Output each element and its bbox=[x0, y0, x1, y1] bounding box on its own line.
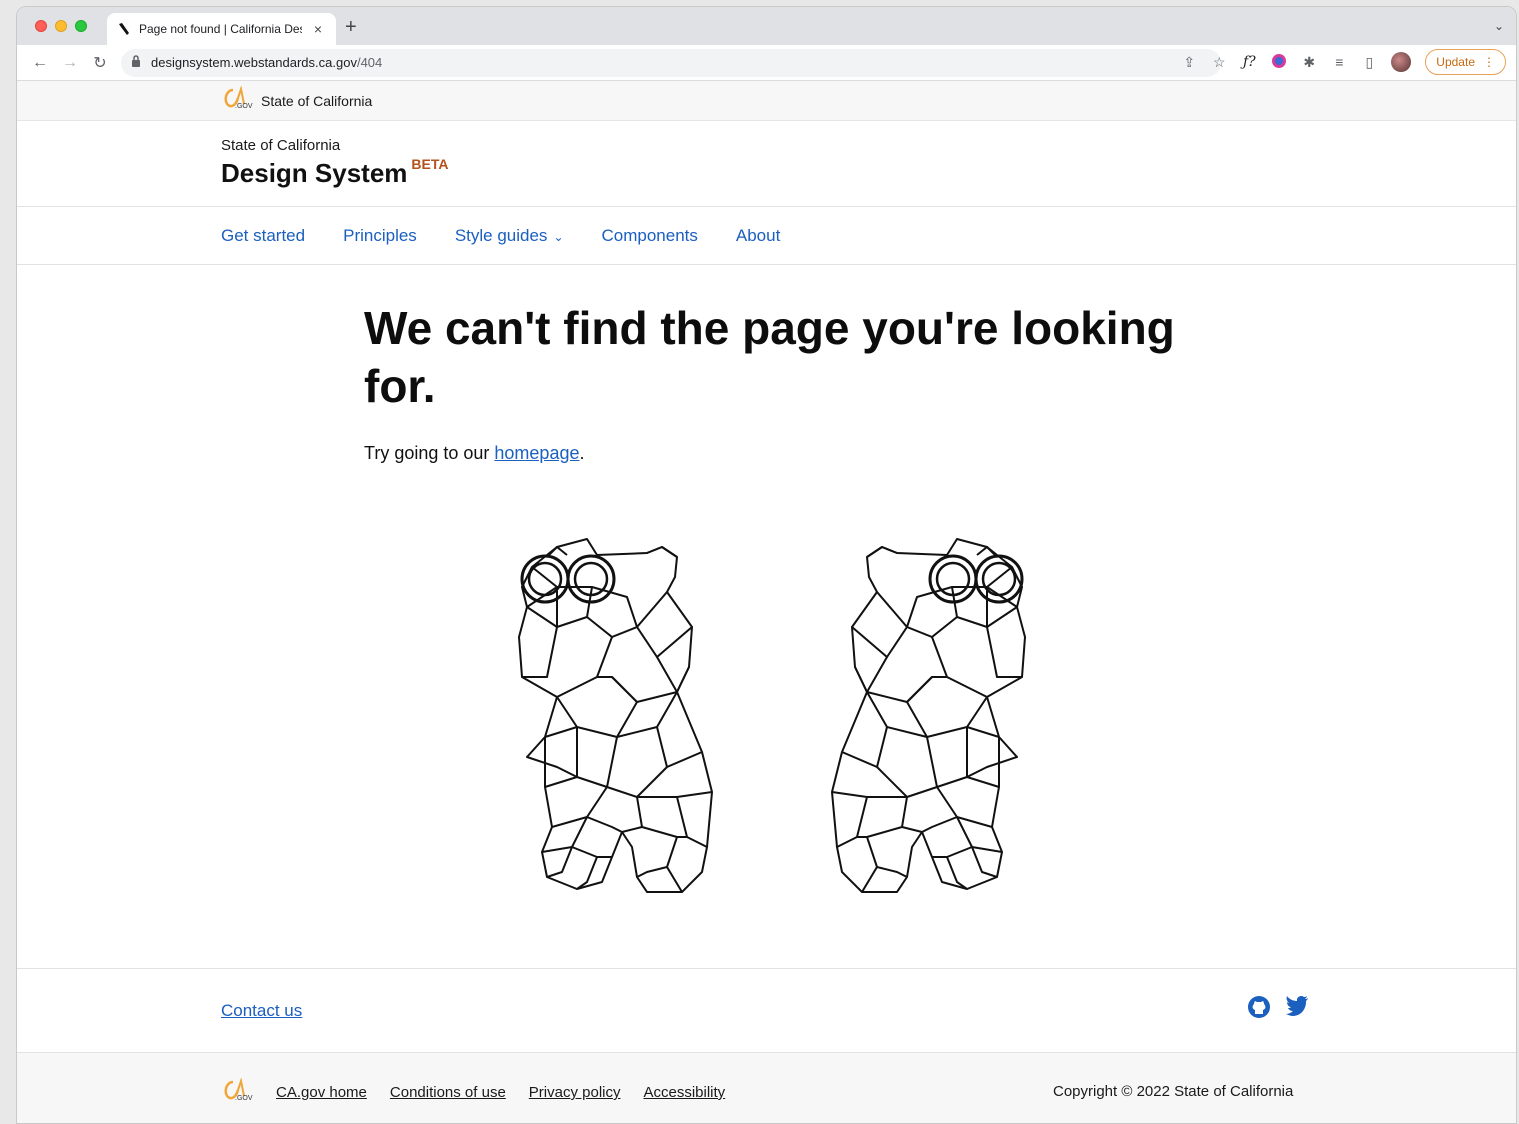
left-bear-icon bbox=[517, 537, 714, 894]
try-homepage-text: Try going to our homepage. bbox=[364, 443, 1516, 464]
bookmark-star-icon[interactable]: ☆ bbox=[1211, 54, 1227, 71]
browser-tab[interactable]: Page not found | California Des × bbox=[107, 13, 336, 45]
update-label: Update bbox=[1436, 55, 1475, 69]
bear-favicon-icon bbox=[117, 22, 131, 36]
close-tab-icon[interactable]: × bbox=[310, 21, 326, 37]
footer-top: Contact us bbox=[17, 968, 1516, 1052]
browser-window: Page not found | California Des × + ⌄ ← … bbox=[16, 6, 1517, 1124]
utility-bar: .GOV State of California bbox=[17, 81, 1516, 121]
back-arrow-icon[interactable]: ← bbox=[25, 54, 55, 72]
nav-style-guides[interactable]: Style guides ⌄ bbox=[455, 226, 564, 246]
social-links bbox=[1247, 995, 1309, 1024]
copyright-text: Copyright © 2022 State of California bbox=[1053, 1083, 1294, 1100]
url-host: designsystem.webstandards.ca.gov bbox=[151, 55, 357, 70]
font-extension-icon[interactable]: ƒ? bbox=[1241, 54, 1257, 70]
nav-style-guides-label: Style guides bbox=[454, 225, 548, 245]
site-header: State of California Design System BETA bbox=[17, 121, 1516, 207]
update-button[interactable]: Update ⋮ bbox=[1425, 49, 1506, 75]
extensions-puzzle-icon[interactable]: ✱ bbox=[1301, 54, 1317, 71]
github-icon[interactable] bbox=[1247, 995, 1271, 1024]
ca-gov-logo-icon[interactable]: .GOV bbox=[221, 85, 253, 115]
page-title: We can't find the page you're looking fo… bbox=[364, 302, 1175, 412]
footer-link-ca-gov-home[interactable]: CA.gov home bbox=[276, 1084, 367, 1101]
ca-gov-footer-logo-icon[interactable]: .GOV bbox=[221, 1077, 253, 1107]
minimize-window-button[interactable] bbox=[55, 20, 67, 32]
more-menu-icon: ⋮ bbox=[1483, 55, 1495, 69]
beta-badge: BETA bbox=[411, 156, 449, 172]
reload-icon[interactable]: ↻ bbox=[85, 53, 115, 73]
profile-avatar[interactable] bbox=[1391, 52, 1412, 72]
footer-link-accessibility[interactable]: Accessibility bbox=[644, 1084, 726, 1101]
bears-svg bbox=[517, 537, 1027, 894]
tab-search-chevron-icon[interactable]: ⌄ bbox=[1494, 19, 1504, 33]
nav-principles[interactable]: Principles bbox=[343, 226, 417, 246]
tab-strip: Page not found | California Des × + ⌄ bbox=[17, 7, 1516, 45]
color-extension-icon[interactable] bbox=[1271, 53, 1287, 72]
chevron-down-icon: ⌄ bbox=[553, 229, 564, 244]
reading-list-icon[interactable]: ≡ bbox=[1331, 54, 1347, 70]
site-title-text: Design System bbox=[221, 158, 408, 188]
forward-arrow-icon[interactable]: → bbox=[55, 54, 85, 72]
tab-title: Page not found | California Des bbox=[139, 22, 302, 36]
lock-icon bbox=[131, 55, 141, 70]
address-bar[interactable]: designsystem.webstandards.ca.gov/404 bbox=[121, 48, 1221, 77]
try-suffix: . bbox=[579, 443, 585, 463]
svg-text:.GOV: .GOV bbox=[235, 1095, 253, 1102]
svg-text:.GOV: .GOV bbox=[235, 103, 253, 110]
browser-toolbar: ← → ↻ designsystem.webstandards.ca.gov/4… bbox=[17, 45, 1516, 81]
main-content: We can't find the page you're looking fo… bbox=[17, 265, 1516, 968]
utility-label: State of California bbox=[261, 92, 373, 109]
homepage-link[interactable]: homepage bbox=[494, 443, 579, 463]
zoom-window-button[interactable] bbox=[75, 20, 87, 32]
footer-link-privacy[interactable]: Privacy policy bbox=[529, 1084, 621, 1101]
right-bear-icon bbox=[830, 537, 1027, 894]
try-prefix: Try going to our bbox=[364, 443, 495, 463]
close-window-button[interactable] bbox=[35, 20, 47, 32]
main-nav: Get started Principles Style guides ⌄ Com… bbox=[17, 207, 1516, 265]
footer-link-conditions[interactable]: Conditions of use bbox=[390, 1084, 506, 1101]
side-panel-icon[interactable]: ▯ bbox=[1361, 54, 1377, 71]
twitter-icon[interactable] bbox=[1285, 995, 1309, 1024]
share-icon[interactable]: ⇪ bbox=[1181, 54, 1197, 71]
nav-components[interactable]: Components bbox=[602, 226, 698, 246]
site-kicker: State of California bbox=[221, 137, 341, 154]
nav-get-started[interactable]: Get started bbox=[221, 226, 305, 246]
toolbar-icons: ⇪ ☆ ƒ? ✱ ≡ ▯ Update ⋮ bbox=[1181, 49, 1506, 75]
contact-us-link[interactable]: Contact us bbox=[221, 1001, 302, 1021]
site-title[interactable]: Design System BETA bbox=[221, 156, 1516, 189]
url-path: /404 bbox=[356, 55, 383, 70]
new-tab-icon[interactable]: + bbox=[345, 17, 357, 37]
footer-bottom: .GOV CA.gov home Conditions of use Priva… bbox=[17, 1052, 1516, 1123]
bears-with-binoculars-illustration bbox=[497, 527, 1037, 902]
window-controls bbox=[35, 20, 87, 32]
nav-about[interactable]: About bbox=[736, 226, 780, 246]
